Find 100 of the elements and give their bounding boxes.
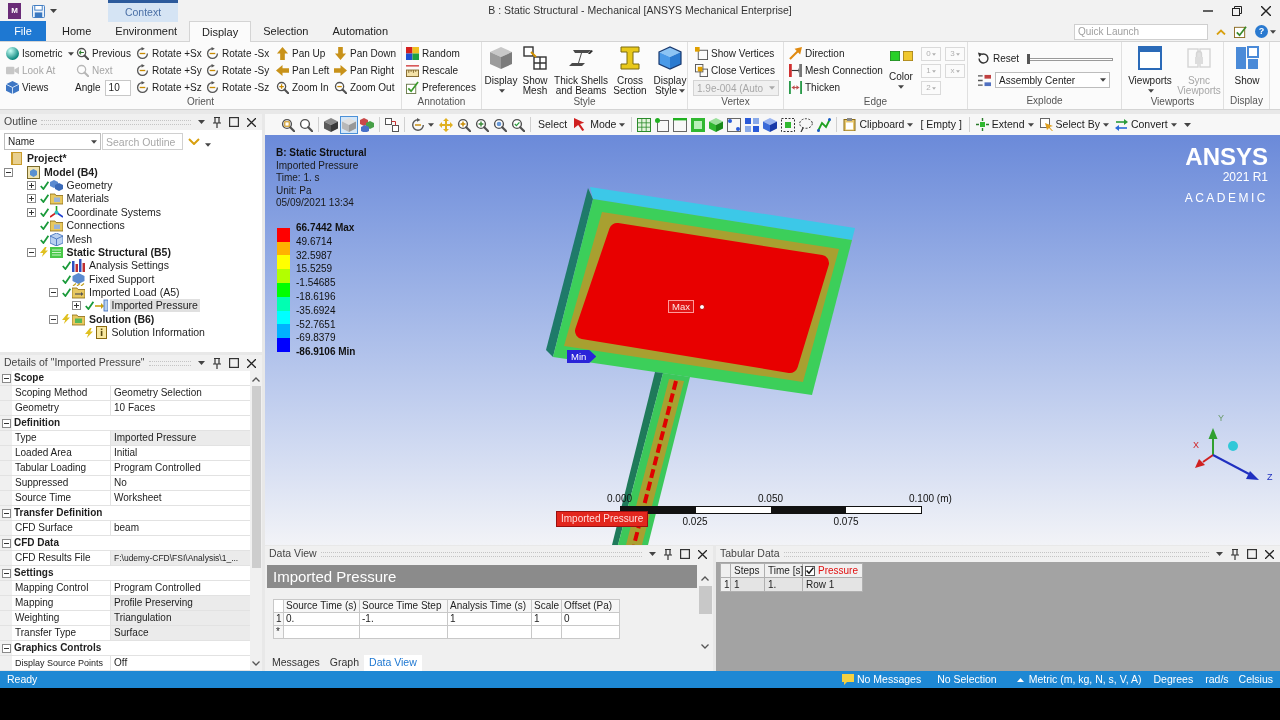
- ribbon-button[interactable]: Show Vertices: [693, 45, 779, 62]
- property-value[interactable]: Surface: [110, 626, 250, 640]
- property-value[interactable]: F:\udemy-CFD\FSI\Analysis\1_...: [110, 551, 250, 565]
- collapse-icon[interactable]: [1, 643, 11, 653]
- close-icon[interactable]: [247, 117, 256, 127]
- toolbar-button[interactable]: [797, 115, 816, 134]
- property-value[interactable]: beam: [110, 521, 250, 535]
- slider-thumb[interactable]: [1027, 53, 1031, 64]
- ribbon-button[interactable]: Color: [885, 42, 917, 96]
- collapse-icon[interactable]: [4, 167, 13, 177]
- toolbar-button[interactable]: Mode: [571, 115, 629, 134]
- collapse-icon[interactable]: [1, 508, 11, 518]
- property-value[interactable]: Triangulation: [110, 611, 250, 625]
- slider-track[interactable]: [1027, 53, 1114, 64]
- quick-launch-field[interactable]: Quick Launch: [1074, 23, 1208, 40]
- panel-tab[interactable]: Data View: [364, 655, 422, 671]
- toolbar-button[interactable]: [779, 115, 798, 134]
- toolbar-button[interactable]: Convert: [1111, 115, 1180, 134]
- maximize-icon[interactable]: [229, 358, 239, 368]
- ribbon-button[interactable]: Rotate +Sx: [134, 45, 204, 62]
- maximize-icon[interactable]: [1247, 549, 1257, 559]
- pin-icon[interactable]: [1231, 548, 1239, 560]
- ribbon-button[interactable]: Random: [404, 45, 478, 62]
- tree-item[interactable]: Mesh: [64, 232, 95, 246]
- table-cell[interactable]: [284, 626, 360, 639]
- property-value[interactable]: Geometry Selection: [110, 386, 250, 400]
- ribbon-tab[interactable]: Environment: [103, 21, 190, 41]
- angle-field[interactable]: 10: [104, 79, 131, 96]
- close-icon[interactable]: [1265, 549, 1274, 559]
- toolbar-button[interactable]: [725, 115, 744, 134]
- temperature-unit[interactable]: Celsius: [1238, 671, 1273, 688]
- toolbar-button[interactable]: [653, 115, 672, 134]
- toolbar-button[interactable]: [743, 115, 762, 134]
- expand-icon[interactable]: [26, 194, 36, 204]
- toolbar-button[interactable]: [322, 115, 340, 134]
- ribbon-button[interactable]: Rotate +Sz: [134, 79, 204, 96]
- ribbon-button[interactable]: Pan Down: [332, 45, 399, 62]
- close-icon[interactable]: [1261, 6, 1271, 16]
- toolbar-button[interactable]: Extend: [972, 115, 1037, 134]
- property-value[interactable]: No: [110, 476, 250, 490]
- ribbon-tab[interactable]: Automation: [320, 21, 401, 41]
- caret-icon[interactable]: [1270, 29, 1276, 34]
- ribbon-button[interactable]: Show: [1227, 42, 1267, 96]
- toolbar-button[interactable]: [761, 115, 780, 134]
- property-value[interactable]: Off: [110, 656, 250, 670]
- unit-system-menu[interactable]: Metric (m, kg, N, s, V, A): [1028, 671, 1142, 688]
- tree-item[interactable]: Materials: [64, 192, 112, 206]
- property-value[interactable]: 10 Faces: [110, 401, 250, 415]
- table-cell[interactable]: 1: [448, 613, 532, 626]
- checklist-icon[interactable]: [1234, 25, 1247, 38]
- tree-item[interactable]: Solution Information: [109, 326, 207, 340]
- caret-icon[interactable]: [205, 142, 211, 147]
- toolbar-button[interactable]: [383, 115, 401, 134]
- ribbon-button[interactable]: Mesh Connection: [787, 62, 885, 79]
- toolbar-button[interactable]: [815, 115, 834, 134]
- ribbon-button[interactable]: Rotate -Sz: [204, 79, 274, 96]
- angle-unit[interactable]: Degrees: [1153, 671, 1194, 688]
- scroll-up-icon[interactable]: [701, 576, 709, 581]
- scrollbar-thumb[interactable]: [698, 586, 712, 614]
- ribbon-button[interactable]: Zoom Out: [332, 79, 399, 96]
- series-checkbox[interactable]: [805, 565, 815, 576]
- ribbon-button[interactable]: Display Style: [650, 42, 690, 96]
- ribbon-button[interactable]: Direction: [787, 45, 885, 62]
- ribbon-button[interactable]: Pan Right: [332, 62, 399, 79]
- ribbon-button[interactable]: Thick Shells and Beams: [552, 42, 610, 96]
- tree-item[interactable]: Static Structural (B5): [64, 245, 173, 259]
- property-value[interactable]: Program Controlled: [110, 581, 250, 595]
- caret-up-icon[interactable]: [1016, 677, 1024, 682]
- collapse-icon[interactable]: [1, 418, 11, 428]
- caret-icon[interactable]: [198, 120, 205, 124]
- help-button[interactable]: ?: [1255, 25, 1268, 38]
- ribbon-button[interactable]: Close Vertices: [693, 62, 779, 79]
- collapse-icon[interactable]: [49, 314, 58, 324]
- table-cell[interactable]: [448, 626, 532, 639]
- explode-center-dropdown[interactable]: Assembly Center: [995, 72, 1110, 88]
- toolbar-button[interactable]: Select: [534, 115, 572, 134]
- messages-status[interactable]: No Messages: [856, 671, 922, 688]
- toolbar-button[interactable]: Select By: [1036, 115, 1112, 134]
- toolbar-button[interactable]: Clipboard: [840, 115, 917, 134]
- tree-item[interactable]: Solution (B6): [87, 312, 157, 326]
- ribbon-tab[interactable]: Home: [50, 21, 104, 41]
- table-cell[interactable]: 0.: [284, 613, 360, 626]
- table-cell[interactable]: 0: [562, 613, 620, 626]
- panel-tab[interactable]: Messages: [267, 655, 325, 671]
- ribbon-button[interactable]: Pan Up: [274, 45, 332, 62]
- ribbon-button[interactable]: Display: [484, 42, 518, 96]
- caret-icon[interactable]: [198, 361, 205, 365]
- caret-icon[interactable]: [649, 552, 656, 556]
- pin-icon[interactable]: [213, 116, 221, 128]
- ribbon-button[interactable]: Previous: [74, 45, 134, 62]
- panel-tab[interactable]: Graph: [324, 655, 365, 671]
- property-value[interactable]: Worksheet: [110, 491, 250, 505]
- expand-icon[interactable]: [26, 180, 36, 190]
- collapse-icon[interactable]: [1, 373, 11, 383]
- scroll-up-icon[interactable]: [252, 377, 260, 382]
- message-icon[interactable]: [841, 674, 854, 685]
- ribbon-button[interactable]: Isometric: [4, 45, 74, 62]
- property-value[interactable]: Profile Preserving: [110, 596, 250, 610]
- tree-item[interactable]: Model (B4): [42, 165, 100, 179]
- scrollbar-thumb[interactable]: [251, 386, 261, 568]
